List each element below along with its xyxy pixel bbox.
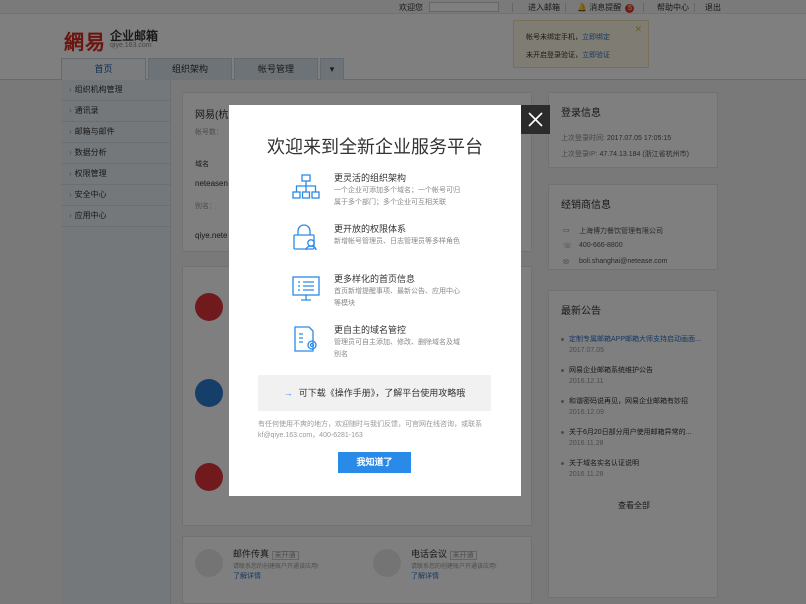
feature-permission-desc: 新增帐号管理员、日志管理员等多样角色 xyxy=(334,238,460,245)
feature-org-desc: 一个企业可添加多个域名；一个帐号可归属于多个部门；多个企业可互相关联 xyxy=(334,187,460,206)
arrow-right-icon: → xyxy=(283,388,293,398)
feature-permission-title: 更开放的权限体系 xyxy=(334,224,407,234)
org-structure-icon xyxy=(292,174,320,199)
welcome-dialog: 欢迎来到全新企业服务平台 更灵活的组织架构 一个企业可添加多个域名；一个帐号可归… xyxy=(229,105,521,496)
feature-homepage-desc: 首页新增提醒事项、最新公告、应用中心等模块 xyxy=(334,288,460,307)
close-icon xyxy=(528,112,543,127)
download-manual-link[interactable]: → 可下载《操作手册》，了解平台使用攻略哦 xyxy=(258,375,491,411)
contact-info: 有任何使用不爽的地方，欢迎随时与我们反馈，可官网在线咨询，或联系kf@qiye.… xyxy=(258,421,482,439)
feature-domain-desc: 管理员可自主添加、修改、删除域名及域别名 xyxy=(334,339,460,358)
homepage-list-icon xyxy=(292,276,320,301)
feature-org-title: 更灵活的组织架构 xyxy=(334,173,407,183)
close-dialog-button[interactable] xyxy=(521,105,550,134)
permission-lock-icon xyxy=(293,224,317,251)
domain-settings-icon xyxy=(294,326,317,352)
dialog-title: 欢迎来到全新企业服务平台 xyxy=(267,137,483,157)
download-manual-text: 可下载《操作手册》，了解平台使用攻略哦 xyxy=(298,388,466,398)
feature-domain-title: 更自主的域名管控 xyxy=(334,325,407,335)
got-it-button[interactable]: 我知道了 xyxy=(338,452,411,473)
feature-homepage-title: 更多样化的首页信息 xyxy=(334,274,416,284)
